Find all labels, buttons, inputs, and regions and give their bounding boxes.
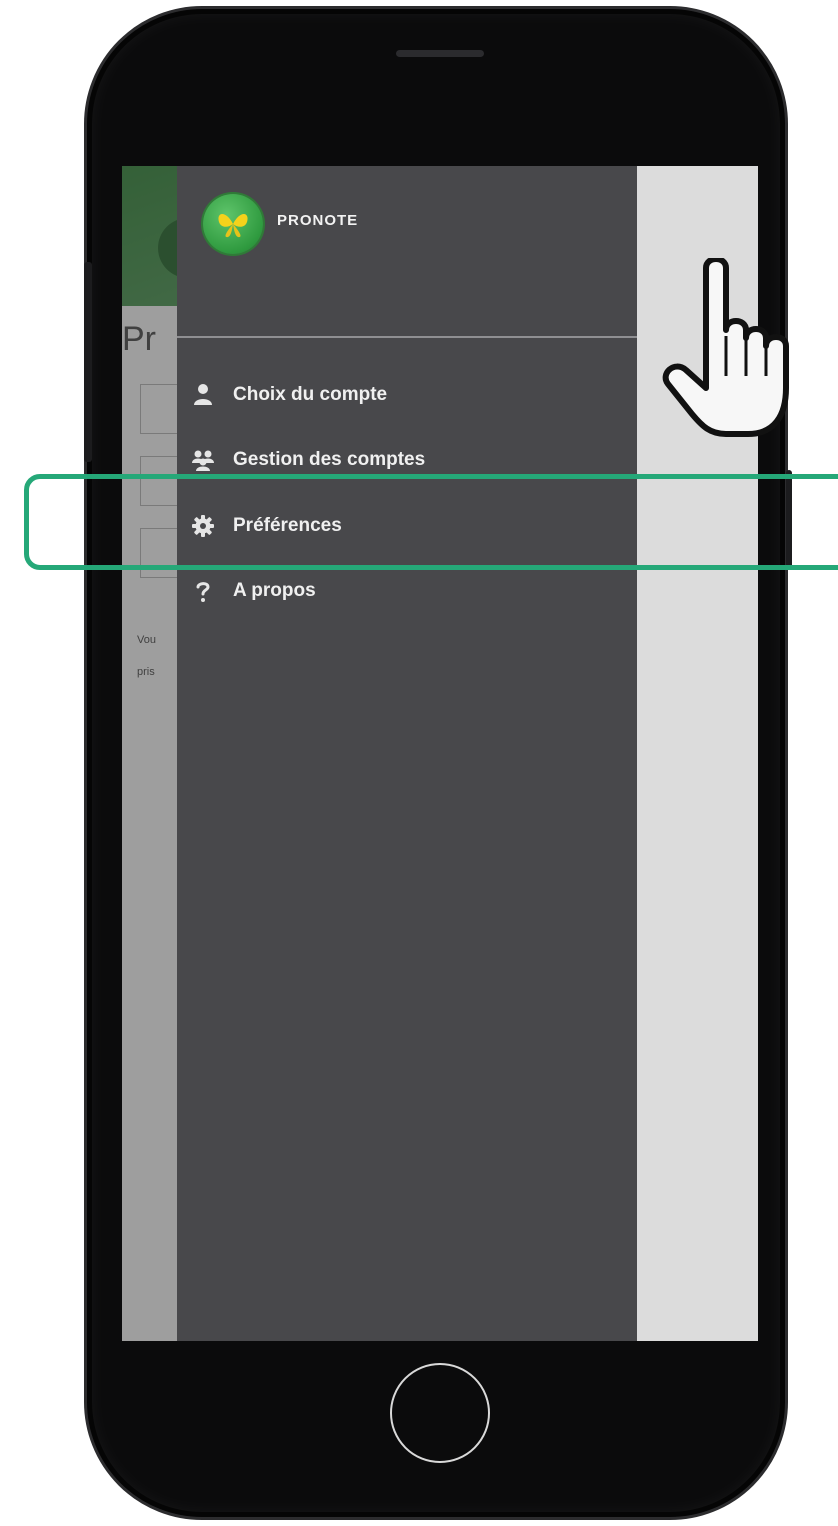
app-brand-name: PRONOTE	[277, 212, 359, 229]
pointing-hand-cursor-icon	[662, 256, 812, 448]
menu-item-label: Gestion des comptes	[233, 449, 426, 470]
navigation-drawer: PRONOTE Choix du compte Gestion des comp…	[177, 166, 637, 1341]
drawer-divider	[177, 336, 637, 338]
person-icon	[191, 383, 215, 407]
menu-item-a-propos[interactable]: A propos	[191, 571, 621, 611]
menu-item-label: A propos	[233, 580, 316, 601]
butterfly-logo-icon	[218, 214, 248, 238]
phone-speaker	[396, 50, 484, 57]
menu-item-choix-du-compte[interactable]: Choix du compte	[191, 375, 621, 415]
question-icon	[191, 579, 215, 603]
pronote-logo	[203, 194, 263, 254]
menu-item-label: Choix du compte	[233, 384, 388, 405]
people-icon	[191, 448, 215, 472]
phone-side-button-left	[84, 262, 92, 462]
highlight-box-preferences	[24, 474, 838, 570]
home-button[interactable]	[390, 1363, 490, 1463]
